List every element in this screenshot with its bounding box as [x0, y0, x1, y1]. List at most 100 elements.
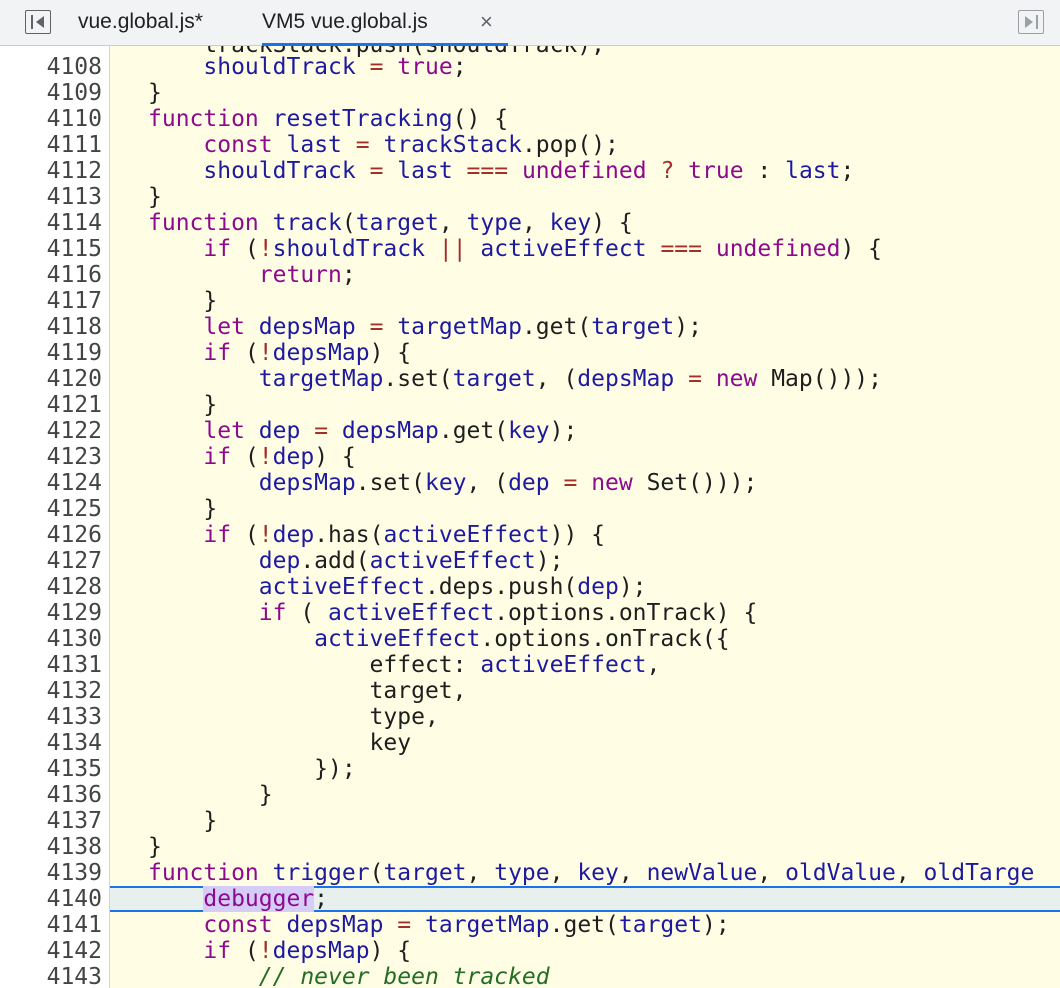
toggle-navigator-icon[interactable]	[25, 10, 51, 34]
code-line[interactable]: 4120 targetMap.set(target, (depsMap = ne…	[0, 366, 1060, 392]
line-number[interactable]: 4111	[0, 132, 102, 158]
code-line[interactable]: 4128 activeEffect.deps.push(dep);	[0, 574, 1060, 600]
line-number[interactable]: 4136	[0, 782, 102, 808]
line-number[interactable]: 4132	[0, 678, 102, 704]
current-execution-line[interactable]: 4140 debugger;	[0, 886, 1060, 912]
code-editor[interactable]: trackStack.push(shouldTrack); 4108 shoul…	[0, 46, 1060, 988]
code-line[interactable]: 4134 key	[0, 730, 1060, 756]
code-token: dep	[272, 522, 315, 548]
code-token: }	[148, 782, 273, 808]
code-line[interactable]: 4129 if ( activeEffect.options.onTrack) …	[0, 600, 1060, 626]
line-number[interactable]: 4133	[0, 704, 102, 730]
code-token: const	[203, 912, 273, 938]
code-line[interactable]: 4111 const last = trackStack.pop();	[0, 132, 1060, 158]
code-token: =	[314, 418, 329, 444]
code-token: if	[203, 236, 232, 262]
line-number[interactable]: 4121	[0, 392, 102, 418]
line-number[interactable]: 4112	[0, 158, 102, 184]
line-number[interactable]: 4117	[0, 288, 102, 314]
code-line[interactable]: 4108 shouldTrack = true;	[0, 54, 1060, 80]
line-number[interactable]: 4123	[0, 444, 102, 470]
code-line[interactable]: 4117 }	[0, 288, 1060, 314]
code-line[interactable]: 4143 // never been tracked	[0, 964, 1060, 988]
code-line[interactable]: 4142 if (!depsMap) {	[0, 938, 1060, 964]
line-number[interactable]: 4115	[0, 236, 102, 262]
line-number[interactable]: 4108	[0, 54, 102, 80]
code-token: targetMap	[425, 912, 550, 938]
code-line[interactable]: 4112 shouldTrack = last === undefined ? …	[0, 158, 1060, 184]
line-number[interactable]: 4129	[0, 600, 102, 626]
line-code: }	[148, 288, 217, 314]
line-number[interactable]: 4127	[0, 548, 102, 574]
line-number[interactable]: 4119	[0, 340, 102, 366]
code-line[interactable]: 4139 function trigger(target, type, key, …	[0, 860, 1060, 886]
line-number[interactable]: 4139	[0, 860, 102, 886]
code-line[interactable]: 4136 }	[0, 782, 1060, 808]
line-number[interactable]: 4134	[0, 730, 102, 756]
line-code: effect: activeEffect,	[148, 652, 661, 678]
line-number[interactable]: 4143	[0, 964, 102, 988]
line-number[interactable]: 4135	[0, 756, 102, 782]
line-number[interactable]: 4122	[0, 418, 102, 444]
code-line[interactable]: 4122 let dep = depsMap.get(key);	[0, 418, 1060, 444]
line-number[interactable]: 4114	[0, 210, 102, 236]
line-number[interactable]: 4113	[0, 184, 102, 210]
code-line[interactable]: 4138}	[0, 834, 1060, 860]
code-line[interactable]: 4125 }	[0, 496, 1060, 522]
code-token: (	[286, 600, 329, 626]
code-line[interactable]: 4109}	[0, 80, 1060, 106]
code-line[interactable]: 4141 const depsMap = targetMap.get(targe…	[0, 912, 1060, 938]
code-token: );	[701, 912, 730, 938]
line-number[interactable]: 4131	[0, 652, 102, 678]
code-line[interactable]: 4130 activeEffect.options.onTrack({	[0, 626, 1060, 652]
line-code: function resetTracking() {	[148, 106, 508, 132]
code-line[interactable]: 4126 if (!dep.has(activeEffect)) {	[0, 522, 1060, 548]
code-line[interactable]: 4137 }	[0, 808, 1060, 834]
line-number[interactable]: 4128	[0, 574, 102, 600]
code-token: !	[258, 340, 273, 366]
line-number[interactable]: 4137	[0, 808, 102, 834]
code-line[interactable]: 4121 }	[0, 392, 1060, 418]
line-number[interactable]: 4118	[0, 314, 102, 340]
close-icon[interactable]: ×	[480, 0, 493, 44]
line-number[interactable]: 4124	[0, 470, 102, 496]
code-line[interactable]: 4135 });	[0, 756, 1060, 782]
toggle-debugger-icon[interactable]	[1018, 10, 1044, 34]
line-number[interactable]: 4109	[0, 80, 102, 106]
line-code: });	[148, 756, 356, 782]
code-line[interactable]: 4116 return;	[0, 262, 1060, 288]
line-code: type,	[148, 704, 439, 730]
code-line[interactable]: 4124 depsMap.set(key, (dep = new Set()))…	[0, 470, 1060, 496]
code-line[interactable]: 4115 if (!shouldTrack || activeEffect ==…	[0, 236, 1060, 262]
line-number[interactable]: 4140	[0, 886, 102, 912]
code-token: ===	[660, 236, 702, 262]
code-token: activeEffect	[480, 236, 647, 262]
code-line[interactable]: 4110 function resetTracking() {	[0, 106, 1060, 132]
line-code: shouldTrack = last === undefined ? true …	[148, 158, 854, 184]
code-line[interactable]: 4131 effect: activeEffect,	[0, 652, 1060, 678]
code-line[interactable]: 4113}	[0, 184, 1060, 210]
tab-vue-global-js[interactable]: vue.global.js*	[78, 0, 203, 46]
line-number[interactable]: 4126	[0, 522, 102, 548]
line-number[interactable]: 4120	[0, 366, 102, 392]
line-number[interactable]: 4116	[0, 262, 102, 288]
line-number[interactable]: 4141	[0, 912, 102, 938]
code-line[interactable]: 4119 if (!depsMap) {	[0, 340, 1060, 366]
line-number[interactable]: 4130	[0, 626, 102, 652]
line-number[interactable]: 4138	[0, 834, 102, 860]
code-line[interactable]: 4114 function track(target, type, key) {	[0, 210, 1060, 236]
line-number[interactable]: 4125	[0, 496, 102, 522]
code-token: depsMap	[286, 912, 384, 938]
code-line[interactable]: 4132 target,	[0, 678, 1060, 704]
line-number[interactable]: 4110	[0, 106, 102, 132]
line-number[interactable]: 4142	[0, 938, 102, 964]
tab-vm5-vue-global-js[interactable]: VM5 vue.global.js ×	[262, 0, 508, 46]
tab-label: vue.global.js*	[78, 10, 203, 33]
code-line[interactable]: 4127 dep.add(activeEffect);	[0, 548, 1060, 574]
code-line[interactable]: 4133 type,	[0, 704, 1060, 730]
code-line[interactable]: 4123 if (!dep) {	[0, 444, 1060, 470]
code-line[interactable]: 4118 let depsMap = targetMap.get(target)…	[0, 314, 1060, 340]
